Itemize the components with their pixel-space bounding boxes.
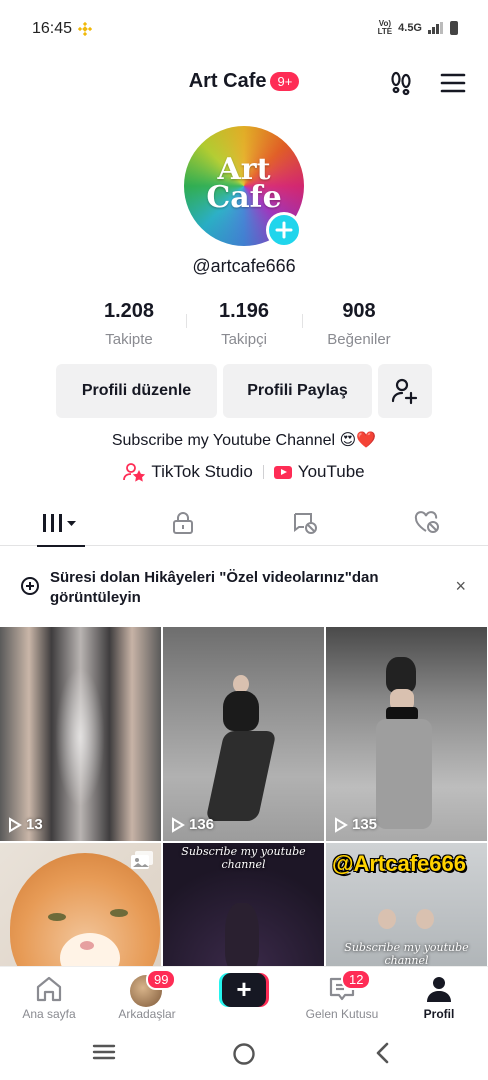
lock-icon	[173, 512, 193, 534]
volte-indicator: Vo) LTE	[377, 19, 393, 36]
active-tab-indicator	[37, 545, 85, 547]
watermark-text: @Artcafe666	[332, 851, 466, 876]
recents-icon[interactable]	[92, 1042, 116, 1062]
tab-private[interactable]	[122, 500, 244, 546]
nav-create[interactable]: +	[195, 967, 293, 1029]
share-profile-button[interactable]: Profili Paylaş	[223, 364, 372, 418]
view-count: 13	[8, 816, 43, 833]
hidden-repost-icon	[294, 513, 317, 534]
stories-banner[interactable]: Süresi dolan Hikâyeleri "Özel videoların…	[0, 556, 488, 618]
home-button-icon[interactable]	[232, 1042, 256, 1066]
menu-icon[interactable]	[438, 68, 468, 98]
add-circle-icon	[21, 577, 39, 595]
video-thumbnail[interactable]: 13	[0, 627, 161, 841]
footprints-icon[interactable]	[386, 68, 416, 98]
avatar-logo-text: Art Cafe	[206, 152, 282, 215]
photo-mode-icon	[131, 851, 153, 869]
link-divider	[262, 465, 264, 479]
link-label: YouTube	[297, 462, 365, 481]
back-icon[interactable]	[374, 1042, 392, 1064]
photo-thumbnail[interactable]	[0, 843, 161, 967]
video-grid: 13 136 135 Subscribe my youtube channel …	[0, 627, 488, 967]
video-thumbnail[interactable]: Subscribe my youtube channel	[163, 843, 324, 967]
nav-profile[interactable]: Profil	[390, 967, 488, 1029]
stat-label: Takipte	[105, 331, 153, 348]
add-friends-button[interactable]	[378, 364, 432, 418]
signal-icon	[428, 22, 443, 34]
nav-home[interactable]: Ana sayfa	[0, 967, 98, 1029]
page-title: Art Cafe	[188, 70, 267, 92]
username: @artcafe666	[192, 256, 296, 276]
view-count: 136	[171, 816, 214, 833]
tab-liked[interactable]	[366, 500, 488, 546]
profile-bio: Subscribe my Youtube Channel 😍❤️	[111, 432, 377, 449]
stat-divider	[302, 314, 303, 328]
banner-text: Süresi dolan Hikâyeleri "Özel videoların…	[50, 569, 379, 606]
account-notification-badge: 9+	[270, 72, 300, 91]
stat-value: 908	[342, 300, 376, 322]
stat-following[interactable]: 1.208 Takipte	[74, 300, 184, 348]
tab-videos[interactable]	[0, 500, 122, 547]
edit-profile-button[interactable]: Profili düzenle	[56, 364, 217, 418]
nav-label: Profil	[423, 1007, 455, 1021]
profile-header: Art Cafe 9+	[0, 62, 488, 106]
profile-links: TikTok Studio YouTube	[0, 462, 488, 482]
add-user-icon	[391, 378, 418, 405]
network-type: 4.5G	[398, 22, 422, 34]
youtube-link[interactable]: YouTube	[273, 462, 365, 482]
bottom-navigation: Ana sayfa 99 Arkadaşlar + 12 Gelen Kutus…	[0, 966, 488, 1028]
create-button[interactable]: +	[219, 973, 269, 1007]
video-thumbnail[interactable]: @Artcafe666 Subscribe my youtube channel	[326, 843, 487, 967]
stat-divider	[186, 314, 187, 328]
video-thumbnail[interactable]: 136	[163, 627, 324, 841]
play-icon	[172, 816, 185, 833]
tiktok-studio-link[interactable]: TikTok Studio	[123, 462, 253, 482]
content-tabs	[0, 500, 488, 547]
nav-label: Gelen Kutusu	[305, 1007, 379, 1021]
stat-followers[interactable]: 1.196 Takipçi	[189, 300, 299, 348]
stat-likes[interactable]: 908 Beğeniler	[304, 300, 414, 348]
youtube-icon	[273, 465, 292, 479]
play-icon	[335, 816, 348, 833]
status-time: 16:45	[32, 20, 73, 37]
stat-value: 1.208	[103, 300, 155, 322]
link-label: TikTok Studio	[151, 462, 253, 481]
plus-icon: +	[222, 973, 266, 1007]
nav-label: Ana sayfa	[22, 1007, 76, 1021]
cat-image	[10, 853, 160, 967]
inbox-badge: 12	[341, 969, 372, 990]
stat-label: Takipçi	[221, 331, 267, 348]
friends-badge: 99	[146, 969, 177, 990]
nav-label: Arkadaşlar	[118, 1007, 176, 1021]
nav-friends[interactable]: 99 Arkadaşlar	[98, 967, 196, 1029]
binance-icon	[78, 22, 92, 36]
close-icon[interactable]: ×	[455, 576, 466, 597]
stat-value: 1.196	[218, 300, 270, 322]
thumbnail-caption: Subscribe my youtube channel	[181, 845, 306, 871]
profile-icon	[427, 977, 451, 1002]
view-count: 135	[334, 816, 377, 833]
thumbnail-caption: Subscribe my youtube channel	[344, 941, 469, 967]
video-thumbnail[interactable]: 135	[326, 627, 487, 841]
plus-icon	[275, 221, 293, 239]
grid-filter-icon	[43, 514, 76, 532]
tab-reposts[interactable]	[244, 500, 366, 546]
creator-star-icon	[123, 463, 146, 482]
status-indicators: Vo) LTE 4.5G	[378, 20, 458, 36]
profile-stats: 1.208 Takipte 1.196 Takipçi 908 Beğenile…	[70, 300, 418, 350]
home-icon	[36, 976, 62, 1002]
system-navigation	[0, 1028, 488, 1080]
nav-inbox[interactable]: 12 Gelen Kutusu	[293, 967, 391, 1029]
hidden-heart-icon	[414, 511, 439, 533]
add-story-button[interactable]	[266, 212, 302, 248]
battery-icon	[450, 21, 458, 35]
status-bar: 16:45 Vo) LTE 4.5G	[0, 0, 488, 58]
stat-label: Beğeniler	[327, 331, 391, 348]
play-icon	[9, 816, 22, 833]
